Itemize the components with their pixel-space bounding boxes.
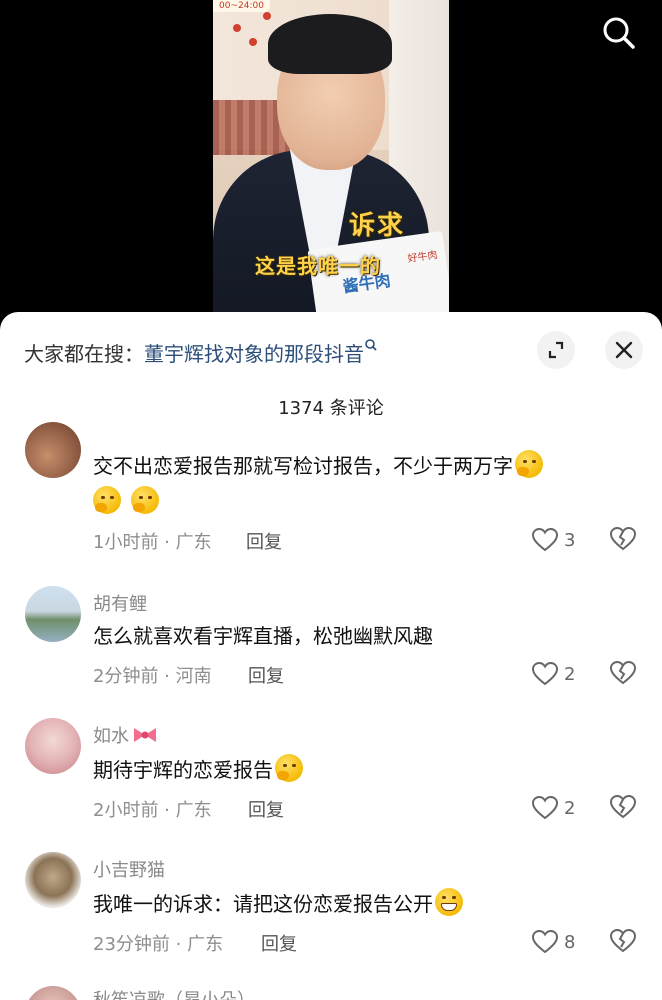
comment-list[interactable]: 交不出恋爱报告那就写检讨报告，不少于两万字 1小时前 · 广东 回复 3 胡有鲤… — [0, 422, 662, 1000]
comment-text: 怎么就喜欢看宇辉直播，松弛幽默风趣 — [93, 624, 433, 648]
comment-sheet: 大家都在搜：董宇辉找对象的那段抖音 1374 条评论 交不出恋爱报告那就写检讨报… — [0, 312, 662, 1000]
grinning-emoji-icon — [435, 888, 463, 916]
comment-meta: 23分钟前 · 广东 — [93, 934, 224, 955]
close-icon — [615, 341, 633, 359]
commenter-name[interactable]: 如水 — [93, 722, 158, 748]
thinking-emoji-icon — [93, 486, 121, 514]
reply-button[interactable]: 回复 — [248, 662, 284, 688]
package-label: 好牛肉 — [406, 249, 439, 265]
like-count: 8 — [564, 931, 576, 953]
comment-count: 1374 条评论 — [278, 398, 384, 419]
video-caption-line1: 诉求 — [349, 211, 406, 241]
expand-icon — [548, 341, 564, 359]
search-icon — [603, 17, 635, 49]
broken-heart-icon — [609, 794, 637, 819]
trending-prefix: 大家都在搜： — [24, 342, 144, 366]
commenter-name[interactable]: 小吉野猫 — [93, 856, 165, 882]
heart-icon — [532, 528, 558, 552]
blossom-decoration — [233, 24, 241, 32]
heart-icon — [532, 796, 558, 820]
like-button[interactable]: 2 — [532, 660, 575, 688]
comment-meta: 2小时前 · 广东 — [93, 800, 212, 821]
small-search-icon — [364, 338, 378, 358]
comment-meta: 2分钟前 · 河南 — [93, 666, 212, 687]
comment-meta: 1小时前 · 广东 — [93, 532, 212, 553]
broken-heart-icon — [609, 928, 637, 953]
like-count: 2 — [564, 797, 576, 819]
video-player[interactable]: 00~24:00 酱牛肉 好牛肉 诉求 这是我唯一的 — [0, 0, 662, 330]
avatar[interactable] — [25, 586, 81, 642]
commenter-name[interactable]: 胡有鲤 — [93, 590, 147, 616]
avatar[interactable] — [25, 852, 81, 908]
broken-heart-icon — [609, 526, 637, 551]
thinking-emoji-icon — [131, 486, 160, 514]
comment-text: 期待宇辉的恋爱报告 — [93, 752, 303, 788]
close-button[interactable] — [605, 331, 643, 369]
reply-button[interactable]: 回复 — [246, 528, 282, 554]
like-count: 2 — [564, 663, 576, 685]
live-timer: 00~24:00 — [213, 0, 270, 12]
heart-icon — [532, 662, 558, 686]
dislike-button[interactable] — [609, 928, 637, 956]
like-button[interactable]: 8 — [532, 928, 575, 956]
expand-button[interactable] — [537, 331, 575, 369]
blossom-decoration — [263, 12, 271, 20]
blossom-decoration — [249, 38, 257, 46]
thinking-emoji-icon — [515, 450, 543, 478]
video-frame: 00~24:00 酱牛肉 好牛肉 诉求 这是我唯一的 — [213, 0, 449, 330]
avatar[interactable] — [25, 422, 81, 478]
comment-emoji-row — [93, 484, 160, 520]
sheet-header: 大家都在搜：董宇辉找对象的那段抖音 — [0, 312, 662, 396]
search-button[interactable] — [598, 12, 640, 54]
dislike-button[interactable] — [609, 660, 637, 688]
reply-button[interactable]: 回复 — [261, 930, 297, 956]
dislike-button[interactable] — [609, 794, 637, 822]
comment-text: 交不出恋爱报告那就写检讨报告，不少于两万字 — [93, 448, 543, 484]
avatar[interactable] — [25, 986, 81, 1000]
dislike-button[interactable] — [609, 526, 637, 554]
broken-heart-icon — [609, 660, 637, 685]
video-caption-line2: 这是我唯一的 — [255, 254, 381, 278]
like-count: 3 — [564, 529, 576, 551]
like-button[interactable]: 2 — [532, 794, 575, 822]
thinking-emoji-icon — [275, 754, 303, 782]
commenter-name[interactable]: 秋笙凉歌（昂小朵） — [93, 986, 255, 1000]
avatar[interactable] — [25, 718, 81, 774]
comment-text: 我唯一的诉求：请把这份恋爱报告公开 — [93, 886, 463, 922]
like-button[interactable]: 3 — [532, 526, 575, 554]
bow-emoji-icon — [134, 728, 156, 742]
heart-icon — [532, 930, 558, 954]
trending-search[interactable]: 大家都在搜：董宇辉找对象的那段抖音 — [24, 338, 378, 367]
trending-keyword[interactable]: 董宇辉找对象的那段抖音 — [144, 342, 364, 366]
person-hair — [268, 14, 392, 74]
reply-button[interactable]: 回复 — [248, 796, 284, 822]
